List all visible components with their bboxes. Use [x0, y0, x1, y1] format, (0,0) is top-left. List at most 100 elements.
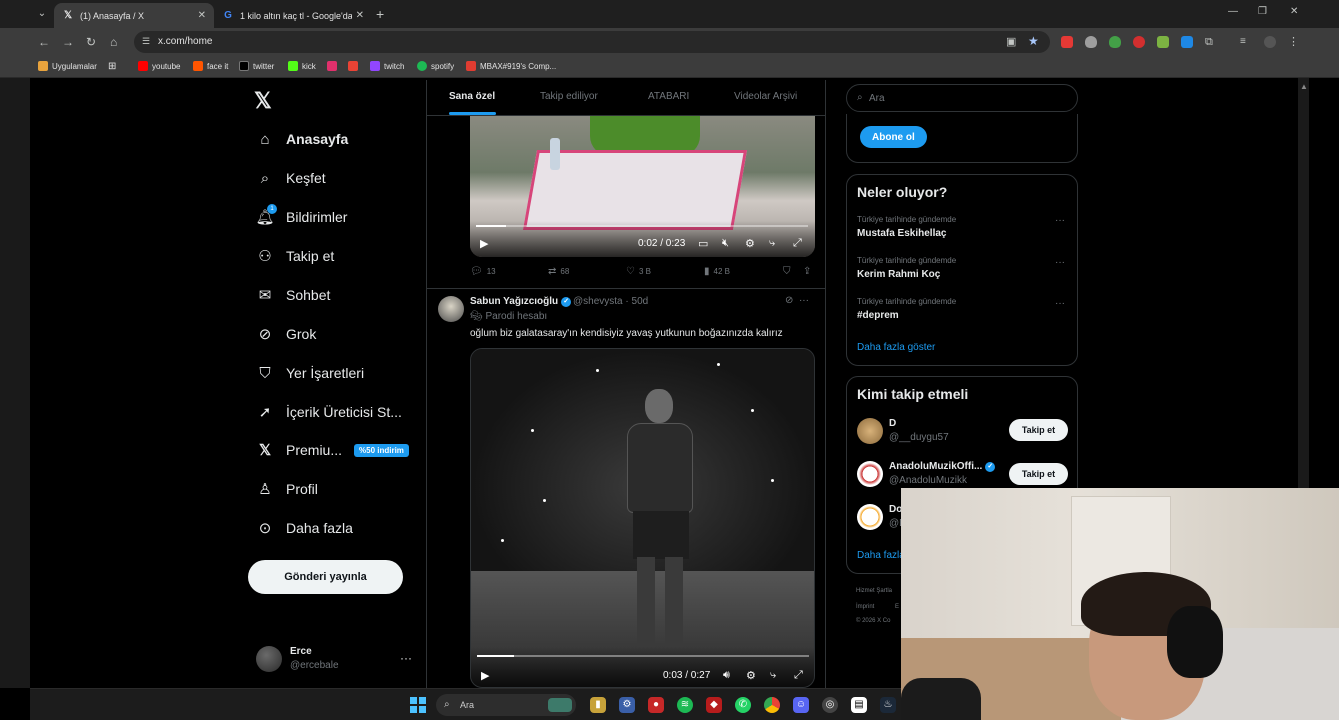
bookmark-mbax[interactable]: MBAX#919's Comp...	[466, 61, 556, 71]
tab-video-archive[interactable]: Videolar Arşivi	[734, 91, 797, 102]
video-progress-bar[interactable]	[477, 655, 809, 657]
bookmark-kick[interactable]: kick	[288, 61, 316, 71]
minimize-icon[interactable]: —	[1228, 6, 1238, 17]
nav-item-grok[interactable]: ⊘ Grok	[256, 322, 317, 346]
show-more-link[interactable]: Daha fazla	[857, 550, 905, 561]
tab-following[interactable]: Takip ediliyor	[540, 91, 598, 102]
nav-item-profile[interactable]: ♙ Profil	[256, 477, 318, 501]
repost-button[interactable]: ⇄ 68	[548, 266, 569, 277]
browser-tab-x[interactable]: 𝕏 (1) Anasayfa / X ✕	[54, 3, 214, 28]
suggested-user-name[interactable]: D	[889, 418, 896, 429]
bookmark-twitch[interactable]: twitch	[370, 61, 404, 71]
file-explorer-icon[interactable]: ▮	[590, 697, 606, 713]
settings-icon[interactable]: ⚙	[619, 697, 635, 713]
app-icon[interactable]: ◎	[822, 697, 838, 713]
mute-icon[interactable]: 🔇︎	[722, 237, 729, 250]
show-more-link[interactable]: Daha fazla göster	[857, 342, 935, 353]
subscribe-button[interactable]: Abone ol	[860, 126, 927, 148]
spotify-icon[interactable]: ≋	[677, 697, 693, 713]
nav-item-explore[interactable]: ⌕ Keşfet	[256, 166, 326, 190]
forward-icon[interactable]: →	[62, 35, 74, 49]
avatar[interactable]	[857, 504, 883, 530]
discord-icon[interactable]: ☺	[793, 697, 809, 713]
page-scrollbar[interactable]	[1298, 78, 1309, 488]
bookmark-button[interactable]: ⛉	[783, 266, 795, 277]
more-icon[interactable]: ···	[1055, 257, 1065, 268]
nav-item-creator-studio[interactable]: ➚ İçerik Üreticisi St...	[256, 400, 402, 424]
bookmark-gmail[interactable]	[348, 61, 362, 71]
extension-icon[interactable]	[1061, 36, 1073, 48]
nav-item-more[interactable]: ⊙ Daha fazla	[256, 516, 353, 540]
captions-icon[interactable]: ▭	[698, 237, 708, 250]
restore-icon[interactable]: ❐	[1258, 6, 1267, 17]
post-video[interactable]: ▶ 0:02 / 0:23 ▭ 🔇︎ ⚙ ⤷ ⤢	[470, 116, 815, 257]
tab-search-button[interactable]: ⌄	[34, 6, 50, 22]
site-info-icon[interactable]: ☰	[142, 36, 150, 47]
windows-start-icon[interactable]	[410, 697, 426, 713]
bookmark-spotify[interactable]: spotify	[417, 61, 454, 71]
play-icon[interactable]: ▶	[481, 669, 489, 682]
share-button[interactable]: ⇪	[803, 266, 815, 277]
search-input[interactable]: ⌕ Ara	[846, 84, 1078, 112]
avatar[interactable]	[438, 296, 464, 322]
browser-tab-google[interactable]: G 1 kilo altın kaç tl - Google'da A ✕	[214, 3, 372, 28]
more-icon[interactable]: ···	[799, 295, 809, 306]
nav-item-bookmarks[interactable]: ⛉ Yer İşaretleri	[256, 361, 364, 385]
extension-icon[interactable]	[1133, 36, 1145, 48]
nav-item-home[interactable]: ⌂ Anasayfa	[256, 127, 348, 151]
whatsapp-icon[interactable]: ✆	[735, 697, 751, 713]
more-icon[interactable]: ···	[1055, 298, 1065, 309]
tab-for-you[interactable]: Sana özel	[449, 91, 495, 102]
fullscreen-icon[interactable]: ⤢	[794, 669, 803, 682]
kebab-menu-icon[interactable]: ⋮	[1288, 36, 1300, 48]
trend-item[interactable]: Mustafa Eskihellaç	[857, 228, 946, 239]
views-button[interactable]: ▮ 42 B	[704, 266, 730, 277]
extension-icon[interactable]	[1181, 36, 1193, 48]
nav-item-premium[interactable]: 𝕏 Premiu... %50 indirim	[256, 438, 409, 462]
media-icon[interactable]: ≡	[1240, 36, 1252, 48]
bookmark-youtube[interactable]: youtube	[138, 61, 180, 71]
grok-icon[interactable]: ⊘	[785, 295, 793, 306]
puzzle-icon[interactable]: ⧉	[1205, 36, 1217, 48]
bookmark-instagram[interactable]	[327, 61, 341, 71]
extension-icon[interactable]	[1157, 36, 1169, 48]
footer-link[interactable]: E	[895, 604, 899, 610]
trend-item[interactable]: #deprem	[857, 310, 899, 321]
pip-icon[interactable]: ⤷	[769, 237, 775, 250]
cast-icon[interactable]: ▣	[1006, 35, 1016, 48]
bookmark-apps[interactable]: Uygulamalar	[38, 61, 97, 71]
address-bar[interactable]: ☰ x.com/home ▣ ★	[134, 31, 1050, 53]
nav-item-follow[interactable]: ⚇ Takip et	[256, 244, 334, 268]
follow-button[interactable]: Takip et	[1009, 419, 1068, 441]
reload-icon[interactable]: ↻	[86, 35, 96, 49]
new-tab-button[interactable]: +	[376, 6, 384, 22]
more-icon[interactable]: ···	[1055, 215, 1065, 226]
post-button[interactable]: Gönderi yayınla	[248, 560, 403, 594]
scroll-up-icon[interactable]: ▲	[1300, 82, 1308, 91]
grid-icon[interactable]: ⊞	[108, 61, 116, 72]
chrome-icon[interactable]	[764, 697, 780, 713]
avatar[interactable]	[256, 646, 282, 672]
bookmark-twitter[interactable]: twitter	[239, 61, 274, 71]
profile-avatar[interactable]	[1264, 36, 1276, 48]
close-window-icon[interactable]: ✕	[1290, 6, 1298, 17]
reply-button[interactable]: 💬︎ 13	[470, 266, 496, 277]
footer-link[interactable]: İmprint	[856, 604, 874, 610]
bookmark-faceit[interactable]: face it	[193, 61, 228, 71]
app-icon[interactable]: ●	[648, 697, 664, 713]
app-icon[interactable]: ◆	[706, 697, 722, 713]
settings-icon[interactable]: ⚙	[746, 669, 756, 682]
footer-link[interactable]: Hizmet Şartla	[856, 588, 892, 594]
avatar[interactable]	[857, 461, 883, 487]
avatar[interactable]	[857, 418, 883, 444]
pip-icon[interactable]: ⤷	[770, 669, 776, 682]
home-icon[interactable]: ⌂	[110, 35, 117, 49]
adblock-icon[interactable]	[1109, 36, 1121, 48]
app-icon[interactable]: ▤	[851, 697, 867, 713]
play-icon[interactable]: ▶	[480, 237, 488, 250]
steam-icon[interactable]: ♨	[880, 697, 896, 713]
x-logo-icon[interactable]: 𝕏	[254, 88, 272, 114]
tab-atabari[interactable]: ATABARI	[648, 91, 689, 102]
close-icon[interactable]: ✕	[356, 10, 364, 21]
back-icon[interactable]: ←	[38, 35, 50, 49]
